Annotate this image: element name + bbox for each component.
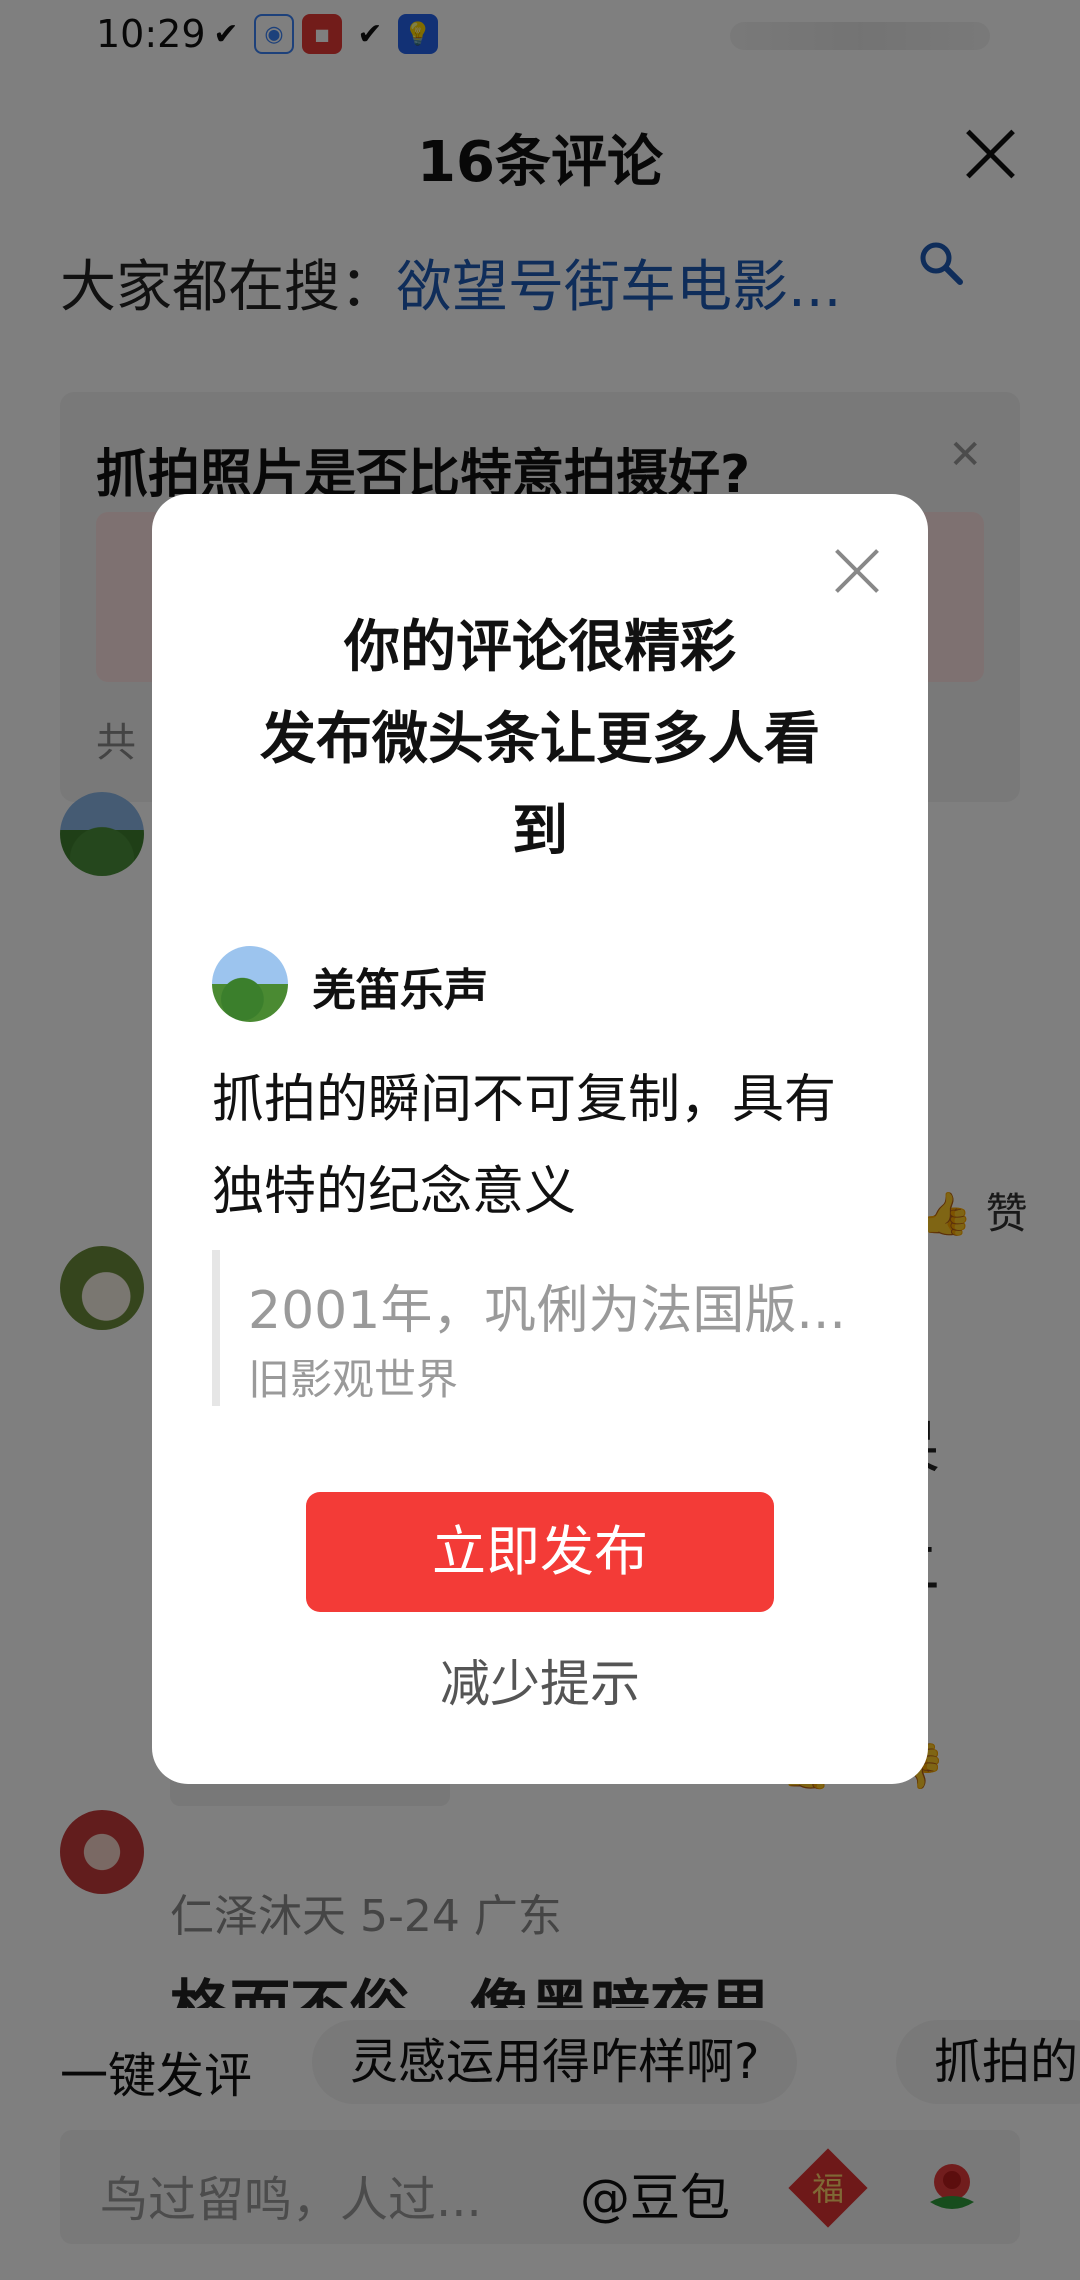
close-icon[interactable] — [832, 546, 882, 596]
username: 羌笛乐声 — [312, 965, 488, 1016]
quoted-article-title: 2001年，巩俐为法国版... — [248, 1281, 846, 1341]
comment-preview: 抓拍的瞬间不可复制，具有独特的纪念意义 — [212, 1070, 837, 1222]
dialog-title-line: 到 — [512, 799, 568, 864]
reduce-prompts-link[interactable]: 减少提示 — [152, 1644, 928, 1716]
avatar — [212, 946, 288, 1022]
quoted-article: 2001年，巩俐为法国版... 旧影观世界 — [212, 1250, 868, 1406]
dialog-title: 你的评论很精彩 发布微头条让更多人看 到 — [212, 602, 868, 878]
dialog-title-line: 发布微头条让更多人看 — [260, 707, 820, 772]
publish-dialog: 你的评论很精彩 发布微头条让更多人看 到 羌笛乐声 抓拍的瞬间不可复制，具有独特… — [152, 494, 928, 1784]
publish-button[interactable]: 立即发布 — [306, 1492, 774, 1612]
dialog-title-line: 你的评论很精彩 — [344, 615, 736, 680]
quoted-article-source: 旧影观世界 — [248, 1355, 459, 1404]
